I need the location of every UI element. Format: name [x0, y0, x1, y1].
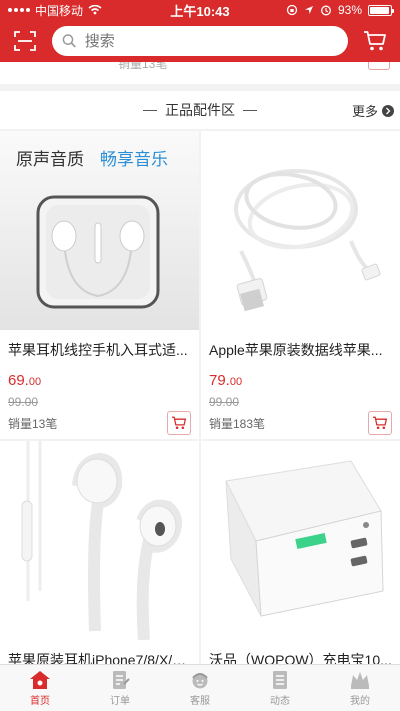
original-price: 99.00 — [209, 395, 240, 409]
nav-item-service[interactable]: 客服 — [160, 665, 240, 711]
product-title[interactable]: 苹果耳机线控手机入耳式适... — [0, 340, 199, 360]
more-label: 更多 — [351, 104, 378, 119]
battery-percent: 93% — [337, 3, 362, 17]
search-input[interactable] — [84, 32, 338, 50]
scan-icon — [14, 31, 36, 51]
nav-item-news[interactable]: 动态 — [240, 665, 320, 711]
price-integer: 79. — [209, 372, 230, 389]
sales-count: 销量183笔 — [209, 416, 266, 431]
title-divider-right — [243, 109, 257, 111]
product-image-lightning-cable[interactable] — [201, 131, 400, 330]
sales-count: 销量13笔 — [8, 416, 58, 431]
cart-icon — [172, 416, 187, 430]
battery-icon — [368, 4, 394, 16]
location-icon — [304, 6, 313, 14]
alarm-icon — [321, 5, 331, 16]
original-price: 99.00 — [8, 395, 39, 409]
cart-icon — [373, 416, 388, 430]
nav-item-profile[interactable]: 我的 — [320, 665, 400, 711]
nav-label: 我的 — [350, 695, 370, 707]
signal-icon — [8, 8, 30, 12]
clock: 上午10:43 — [170, 3, 230, 19]
news-icon — [273, 670, 287, 689]
customer-service-icon — [192, 672, 208, 688]
product-card[interactable]: 沃品（WOPOW）充电宝10... — [201, 441, 400, 668]
section-title: 正品配件区 — [165, 102, 235, 118]
profile-icon — [351, 671, 369, 689]
product-image-earphones-box[interactable]: 原声音质 畅享音乐 — [0, 131, 199, 330]
price-cents: 00 — [28, 376, 42, 388]
section-header: 正品配件区 更多 — [0, 91, 400, 129]
scan-button[interactable] — [10, 26, 40, 56]
carrier-label: 中国移动 — [35, 3, 84, 18]
product-price: 79.00 — [201, 372, 400, 389]
nav-item-orders[interactable]: 订单 — [80, 665, 160, 711]
price-cents: 00 — [229, 376, 243, 388]
product-price: 69.00 — [0, 372, 199, 389]
bottom-nav: 首页 订单 客服 动态 我的 — [0, 664, 400, 711]
image-banner-text: 原声音质 — [16, 150, 84, 170]
cart-icon — [364, 31, 386, 51]
more-link[interactable]: 更多 — [352, 101, 394, 120]
product-image-power-bank[interactable] — [201, 441, 400, 640]
chevron-right-icon — [382, 104, 394, 117]
title-divider-left — [143, 109, 157, 111]
top-header — [0, 20, 400, 62]
product-card[interactable]: 苹果原装耳机iPhone7/8/X/X... — [0, 441, 199, 668]
search-box[interactable] — [52, 26, 348, 56]
nav-label: 客服 — [190, 695, 210, 707]
product-card[interactable]: Apple苹果原装数据线苹果... 79.00 99.00 销量183笔 — [201, 131, 400, 439]
product-card[interactable]: 原声音质 畅享音乐 苹果耳机线控手机入耳式适... 69.00 99.00 销量… — [0, 131, 199, 439]
lock-rotation-icon — [286, 4, 298, 16]
nav-label: 动态 — [270, 695, 290, 707]
wifi-icon — [88, 5, 102, 15]
price-integer: 69. — [8, 372, 29, 389]
product-title[interactable]: Apple苹果原装数据线苹果... — [201, 340, 400, 360]
cart-button[interactable] — [360, 26, 390, 56]
image-banner-accent: 畅享音乐 — [100, 150, 168, 170]
nav-label: 首页 — [30, 695, 50, 707]
home-icon — [30, 670, 50, 689]
add-to-cart-button[interactable] — [167, 411, 191, 435]
nav-item-home[interactable]: 首页 — [0, 665, 80, 711]
search-icon — [62, 34, 76, 48]
previous-cart-button[interactable] — [368, 62, 390, 70]
previous-sales-fragment: 销量13笔 — [118, 62, 168, 70]
order-icon — [113, 670, 130, 689]
add-to-cart-button[interactable] — [368, 411, 392, 435]
nav-label: 订单 — [110, 695, 130, 707]
previous-section-strip — [0, 62, 400, 84]
status-bar: 中国移动 上午10:43 93% — [0, 0, 400, 20]
product-image-earpods[interactable] — [0, 441, 199, 640]
